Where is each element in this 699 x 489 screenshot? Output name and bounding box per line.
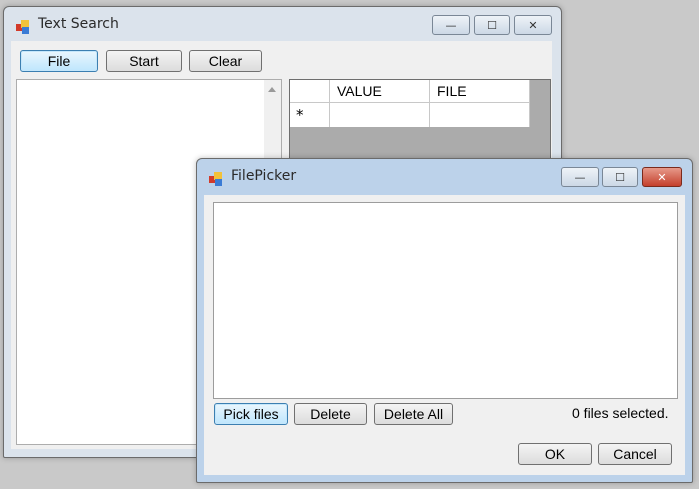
file-picker-titlebar[interactable]: FilePicker — ☐ ✕ bbox=[197, 159, 692, 195]
window-title: Text Search bbox=[38, 16, 119, 32]
maximize-button[interactable]: ☐ bbox=[602, 167, 638, 187]
minimize-button[interactable]: — bbox=[432, 15, 470, 35]
grid-cell-file[interactable] bbox=[430, 103, 530, 127]
text-search-titlebar[interactable]: Text Search — ☐ ✕ bbox=[4, 7, 561, 43]
scroll-up-icon[interactable] bbox=[268, 87, 276, 92]
maximize-icon: ☐ bbox=[615, 170, 625, 184]
app-icon bbox=[16, 19, 32, 35]
grid-cell-value[interactable] bbox=[330, 103, 430, 127]
selection-status: 0 files selected. bbox=[572, 405, 669, 421]
pick-files-button[interactable]: Pick files bbox=[214, 403, 288, 425]
maximize-button[interactable]: ☐ bbox=[474, 15, 510, 35]
column-header-file[interactable]: FILE bbox=[430, 80, 530, 102]
close-icon: ✕ bbox=[528, 18, 538, 32]
minimize-icon: — bbox=[574, 170, 586, 184]
file-button[interactable]: File bbox=[20, 50, 98, 72]
minimize-icon: — bbox=[445, 18, 457, 32]
ok-button[interactable]: OK bbox=[518, 443, 592, 465]
grid-new-row[interactable]: * bbox=[290, 103, 530, 127]
close-icon: ✕ bbox=[657, 170, 667, 184]
close-button[interactable]: ✕ bbox=[642, 167, 682, 187]
window-title: FilePicker bbox=[231, 168, 297, 184]
column-header-value[interactable]: VALUE bbox=[330, 80, 430, 102]
clear-button[interactable]: Clear bbox=[189, 50, 262, 72]
results-grid[interactable]: VALUE FILE * bbox=[289, 79, 551, 159]
cancel-button[interactable]: Cancel bbox=[598, 443, 672, 465]
delete-button[interactable]: Delete bbox=[294, 403, 367, 425]
row-header-corner bbox=[290, 80, 330, 102]
start-button[interactable]: Start bbox=[106, 50, 182, 72]
new-row-marker: * bbox=[290, 103, 330, 127]
app-icon bbox=[209, 171, 225, 187]
grid-header-row: VALUE FILE bbox=[290, 80, 530, 103]
file-picker-window: FilePicker — ☐ ✕ Pick files Delete Delet… bbox=[196, 158, 693, 483]
delete-all-button[interactable]: Delete All bbox=[374, 403, 453, 425]
file-list[interactable] bbox=[213, 202, 678, 399]
file-picker-client: Pick files Delete Delete All 0 files sel… bbox=[204, 195, 685, 475]
maximize-icon: ☐ bbox=[487, 18, 497, 32]
minimize-button[interactable]: — bbox=[561, 167, 599, 187]
close-button[interactable]: ✕ bbox=[514, 15, 552, 35]
